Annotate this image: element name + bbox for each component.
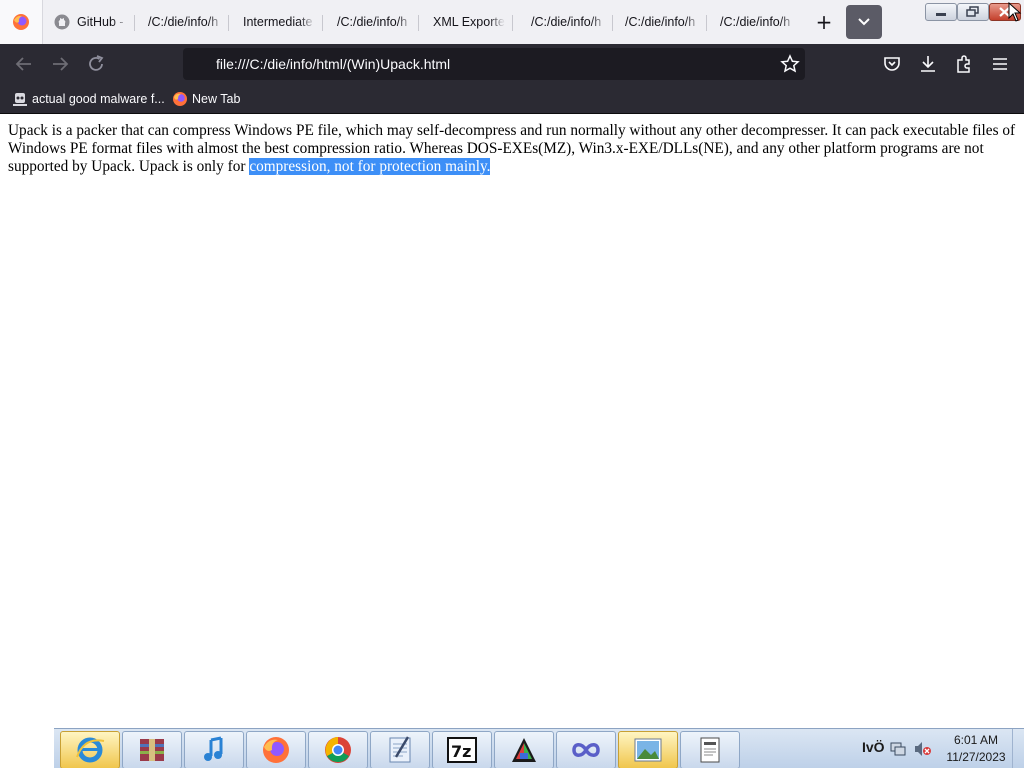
photo-viewer-icon (634, 738, 662, 762)
menu-icon[interactable] (988, 52, 1012, 76)
taskbar-paint-app[interactable] (494, 731, 554, 768)
document-icon (700, 737, 720, 763)
tab-die-info-4[interactable]: /C:/die/info/h (625, 6, 701, 38)
firefox-view-tab[interactable] (0, 0, 43, 44)
back-icon[interactable] (12, 52, 36, 76)
description-paragraph: Upack is a packer that can compress Wind… (8, 122, 1016, 176)
clock-time: 6:01 AM (953, 733, 999, 747)
tab-die-info-1[interactable]: /C:/die/info/h (148, 6, 224, 38)
bookmark-label: New Tab (192, 92, 241, 106)
minimize-icon (936, 13, 946, 16)
minimize-button[interactable] (925, 3, 957, 21)
forward-icon[interactable] (48, 52, 72, 76)
archive-app-icon (140, 739, 164, 761)
firefox-icon (263, 737, 289, 763)
tab-github[interactable]: GitHub - (54, 6, 128, 38)
url-text[interactable]: file:///C:/die/info/html/(Win)Upack.html (216, 48, 450, 80)
infinity-app-icon (572, 743, 600, 757)
taskbar-music-app[interactable] (184, 731, 244, 768)
page-content: Upack is a packer that can compress Wind… (0, 114, 1024, 728)
bookmark-star-icon[interactable] (780, 54, 800, 74)
volume-muted-icon[interactable] (914, 741, 932, 757)
notepad-icon (389, 736, 411, 763)
bookmark-malware[interactable]: actual good malware f... (12, 85, 165, 113)
tab-die-info-5[interactable]: /C:/die/info/h (720, 6, 796, 38)
taskbar-infinity-app[interactable] (556, 731, 616, 768)
new-tab-button[interactable]: + (811, 9, 837, 35)
bookmarks-toolbar: actual good malware f... New Tab (0, 85, 1024, 114)
mouse-cursor-icon (1008, 2, 1022, 22)
bookmark-label: actual good malware f... (32, 92, 165, 106)
list-all-tabs-button[interactable] (846, 5, 882, 39)
restore-button[interactable] (957, 3, 989, 21)
internet-explorer-icon (76, 737, 105, 763)
navigation-toolbar: file:///C:/die/info/html/(Win)Upack.html (0, 44, 1024, 85)
tab-strip: GitHub - /C:/die/info/h Intermediate /C:… (0, 0, 1024, 44)
clock-date: 11/27/2023 (946, 750, 1006, 764)
restore-icon (966, 6, 979, 17)
chevron-down-icon (858, 18, 870, 26)
taskbar-archive-app[interactable] (122, 731, 182, 768)
tab-die-info-2[interactable]: /C:/die/info/h (337, 6, 413, 38)
paint-app-icon (512, 738, 536, 762)
system-tray: IvÖ (862, 729, 938, 768)
tray-label: IvÖ (862, 739, 885, 755)
reload-icon[interactable] (84, 52, 108, 76)
tab-xml-exporter[interactable]: XML Exporter (433, 6, 505, 38)
downloads-icon[interactable] (916, 52, 940, 76)
firefox-icon (173, 92, 187, 106)
taskbar-document[interactable] (680, 731, 740, 768)
svg-text:7z: 7z (451, 742, 471, 761)
firefox-icon (13, 14, 29, 30)
pocket-icon[interactable] (880, 52, 904, 76)
tab-intermediate[interactable]: Intermediate (243, 6, 315, 38)
malware-folder-icon (13, 93, 27, 106)
taskbar-7zip[interactable]: 7z (432, 731, 492, 768)
7zip-icon: 7z (447, 737, 477, 763)
tab-die-info-3[interactable]: /C:/die/info/h (531, 6, 607, 38)
selected-text: compression, not for protection mainly. (249, 158, 491, 175)
taskbar-photo-viewer[interactable] (618, 731, 678, 768)
bookmark-new-tab[interactable]: New Tab (172, 85, 244, 113)
extensions-icon[interactable] (952, 52, 976, 76)
taskbar-notepad[interactable] (370, 731, 430, 768)
taskbar-firefox[interactable] (246, 731, 306, 768)
github-icon (54, 14, 70, 30)
music-app-icon (204, 736, 223, 761)
url-bar[interactable]: file:///C:/die/info/html/(Win)Upack.html (183, 48, 805, 80)
chrome-icon (325, 737, 351, 763)
clock[interactable]: 6:01 AM 11/27/2023 (936, 732, 1016, 766)
network-icon[interactable] (890, 741, 906, 757)
paragraph-text: Upack is a packer that can compress Wind… (8, 122, 1016, 175)
taskbar-chrome[interactable] (308, 731, 368, 768)
taskbar-internet-explorer[interactable] (60, 731, 120, 768)
taskbar: 7z IvÖ 6:01 AM 11/27/2023 (54, 728, 1024, 768)
show-desktop-button[interactable] (1012, 729, 1023, 768)
